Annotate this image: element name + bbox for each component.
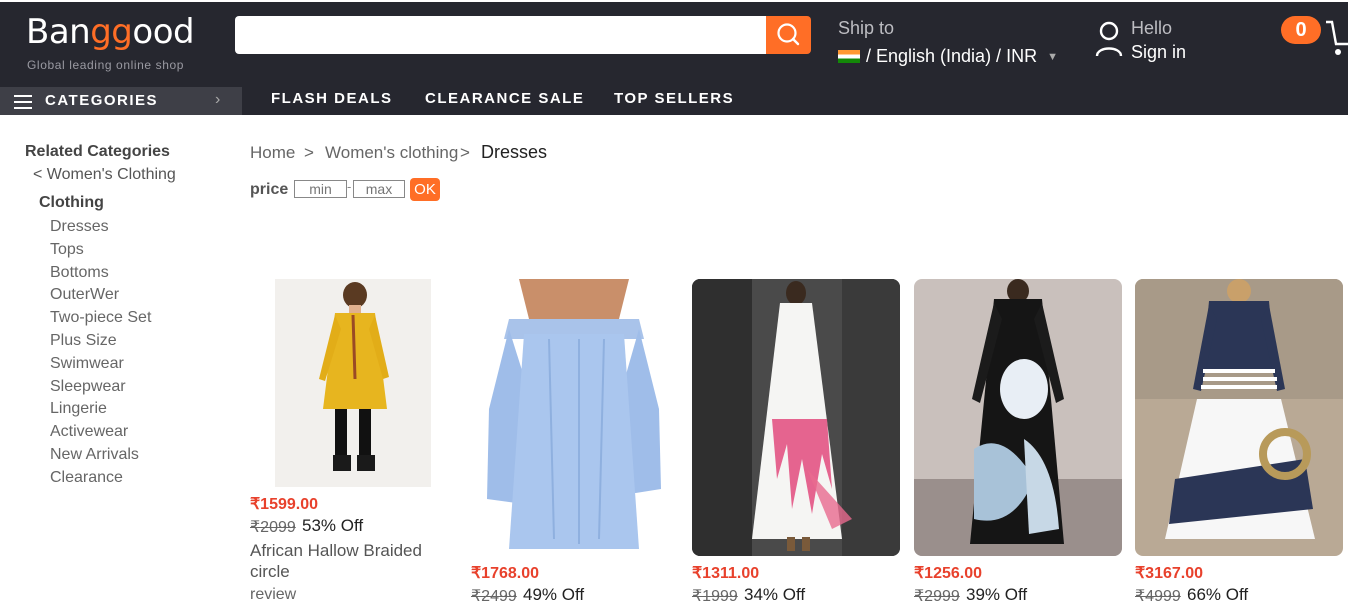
breadcrumb-current: Dresses — [481, 142, 548, 162]
sidebar-item-lingerie[interactable]: Lingerie — [50, 400, 107, 418]
product-price: ₹3167.00 — [1135, 565, 1204, 582]
nav-top-sellers[interactable]: TOP SELLERS — [614, 90, 734, 107]
breadcrumb-home[interactable]: Home — [250, 143, 295, 163]
sidebar-item-plus-size[interactable]: Plus Size — [50, 332, 117, 350]
ship-to-label: Ship to — [838, 18, 895, 38]
product-price: ₹1768.00 — [471, 565, 540, 582]
hello-label: Hello — [1131, 18, 1173, 38]
product-photo-white-floral-dress — [692, 279, 900, 556]
product-image[interactable] — [692, 279, 900, 556]
cart-icon[interactable] — [1324, 18, 1348, 58]
sidebar-item-clearance[interactable]: Clearance — [50, 469, 123, 487]
sidebar-item-tops[interactable]: Tops — [50, 241, 84, 259]
logo-text-accent: gg — [90, 12, 133, 52]
sidebar-item-swimwear[interactable]: Swimwear — [50, 355, 124, 373]
breadcrumb-womens-clothing[interactable]: Women's clothing — [325, 143, 458, 163]
product-image[interactable] — [1135, 279, 1343, 556]
clothing-heading[interactable]: Clothing — [39, 194, 104, 212]
product-image[interactable] — [469, 279, 678, 556]
product-original-price: ₹2099 — [250, 519, 296, 536]
sidebar-item-new-arrivals[interactable]: New Arrivals — [50, 446, 139, 464]
menu-icon[interactable] — [14, 95, 32, 109]
india-flag-icon — [838, 50, 860, 63]
search-button[interactable] — [766, 16, 811, 54]
product-price: ₹1256.00 — [914, 565, 983, 582]
product-original-price: ₹4999 — [1135, 588, 1181, 605]
chevron-down-icon: ▼ — [1047, 50, 1058, 63]
back-womens-clothing-link[interactable]: < Women's Clothing — [33, 166, 176, 184]
breadcrumb-separator: > — [304, 143, 314, 162]
product-discount: 53% Off — [302, 516, 364, 535]
product-discount: 34% Off — [744, 585, 806, 604]
sidebar-item-dresses[interactable]: Dresses — [50, 218, 109, 236]
related-categories-title: Related Categories — [25, 143, 170, 160]
nav-clearance-sale[interactable]: CLEARANCE SALE — [425, 90, 584, 107]
categories-label[interactable]: CATEGORIES — [45, 92, 158, 109]
banggood-logo[interactable]: Banggood — [26, 12, 195, 52]
search-icon — [777, 23, 800, 46]
logo-tagline: Global leading online shop — [27, 58, 185, 72]
sidebar-item-two-piece-set[interactable]: Two-piece Set — [50, 309, 151, 327]
product-original-price: ₹1999 — [692, 588, 738, 605]
product-review-link[interactable]: review — [250, 586, 296, 604]
language-currency-text: / English (India) / INR — [866, 46, 1038, 66]
price-filter-label: price — [250, 181, 289, 198]
product-price: ₹1599.00 — [250, 496, 319, 513]
sidebar-item-activewear[interactable]: Activewear — [50, 423, 128, 441]
chevron-right-icon: › — [215, 91, 221, 108]
product-discount: 49% Off — [523, 585, 585, 604]
sign-in-link[interactable]: Sign in — [1131, 42, 1186, 63]
product-photo-striped-dress — [1135, 279, 1343, 556]
sidebar-item-sleepwear[interactable]: Sleepwear — [50, 378, 126, 396]
cart-count-badge[interactable]: 0 — [1281, 16, 1321, 44]
product-original-price: ₹2999 — [914, 588, 960, 605]
price-range-dash: - — [347, 179, 352, 194]
product-name[interactable]: African Hallow Braided — [250, 540, 450, 561]
search-input[interactable] — [235, 16, 766, 54]
product-image[interactable] — [275, 279, 431, 487]
product-name-line2[interactable]: circle — [250, 561, 450, 582]
price-ok-button[interactable]: OK — [410, 178, 440, 201]
sidebar-item-outerwear[interactable]: OuterWer — [50, 286, 119, 304]
product-photo-black-floral-dress — [914, 279, 1122, 556]
price-min-input[interactable] — [294, 180, 347, 198]
price-max-input[interactable] — [353, 180, 405, 198]
product-image[interactable] — [914, 279, 1122, 556]
logo-text-part: Ban — [26, 12, 91, 52]
product-original-price: ₹2499 — [471, 588, 517, 605]
user-icon[interactable] — [1094, 20, 1124, 58]
product-discount: 66% Off — [1187, 585, 1249, 604]
product-price: ₹1311.00 — [692, 565, 760, 582]
nav-flash-deals[interactable]: FLASH DEALS — [271, 90, 393, 107]
sidebar-item-bottoms[interactable]: Bottoms — [50, 264, 109, 282]
product-photo-yellow-dress — [275, 279, 431, 487]
product-discount: 39% Off — [966, 585, 1028, 604]
breadcrumb-separator: > — [460, 143, 470, 162]
language-currency-selector[interactable]: / English (India) / INR ▼ — [838, 46, 1058, 67]
product-photo-blue-dress — [469, 279, 678, 556]
logo-text-end: ood — [132, 12, 195, 52]
